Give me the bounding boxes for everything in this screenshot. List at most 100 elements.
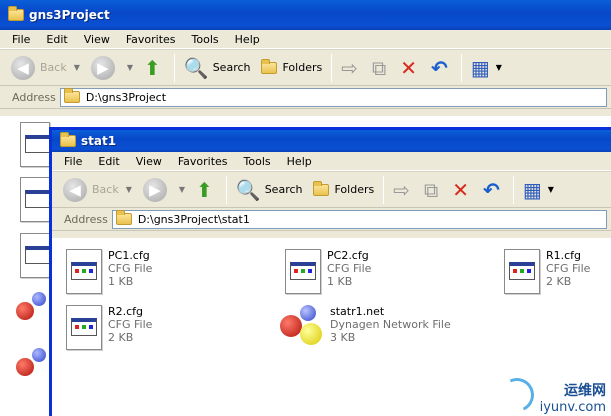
menu-edit[interactable]: Edit (38, 33, 75, 46)
file-details: R1.cfg CFG File 2 KB (546, 249, 590, 288)
menu-file[interactable]: File (4, 33, 38, 46)
toolbar: ◀ Back ▼ ▶ ▼ ⬆ 🔍 Search Folders ⇨ ⧉ ✕ ↶ ▦ ▼ (0, 49, 611, 86)
menu-view[interactable]: View (128, 155, 170, 168)
undo-button[interactable]: ↶ (426, 53, 457, 83)
file-icon[interactable] (20, 122, 51, 167)
address-value: D:\gns3Project (85, 90, 167, 104)
file-item-pc1[interactable]: PC1.cfg CFG File 1 KB (66, 249, 152, 294)
red-node (280, 315, 302, 337)
menu-file[interactable]: File (56, 155, 90, 168)
address-bar: Address D:\gns3Project (0, 86, 611, 109)
up-folder-icon: ⬆ (144, 55, 161, 80)
views-button[interactable]: ▦ ▼ (466, 53, 513, 83)
views-icon: ▦ (470, 55, 490, 80)
address-label: Address (12, 90, 56, 104)
menu-tools[interactable]: Tools (236, 155, 279, 168)
menu-tools[interactable]: Tools (184, 33, 227, 46)
delete-icon: ✕ (452, 177, 470, 202)
back-button[interactable]: ◀ Back (6, 53, 72, 83)
red-node (16, 358, 34, 376)
file-icon[interactable] (20, 177, 51, 222)
folders-icon (260, 58, 277, 74)
cfg-file-icon (504, 249, 540, 294)
red-node (16, 302, 34, 320)
folder-icon (8, 6, 24, 21)
file-details: PC1.cfg CFG File 1 KB (108, 249, 152, 288)
folder-icon (60, 132, 76, 147)
file-type: Dynagen Network File (330, 318, 451, 331)
file-size: 3 KB (330, 331, 356, 344)
screen-graphic (25, 190, 51, 208)
blue-node (300, 305, 316, 321)
up-folder-icon: ⬆ (196, 177, 213, 202)
folders-button[interactable]: Folders (256, 53, 328, 83)
move-to-button[interactable]: ⇨ (388, 175, 419, 205)
delete-button[interactable]: ✕ (447, 175, 478, 205)
separator (512, 175, 514, 204)
menu-favorites[interactable]: Favorites (170, 155, 236, 168)
back-button[interactable]: ◀ Back (58, 175, 124, 205)
forward-button[interactable]: ▶ (138, 175, 177, 205)
back-label: Back (40, 61, 67, 74)
file-icon[interactable] (20, 233, 51, 278)
pixel (308, 269, 312, 273)
up-button[interactable]: ⬆ (191, 175, 222, 205)
watermark-title: 运维网 (564, 383, 606, 399)
file-item-statr1[interactable]: statr1.net Dynagen Network File 3 KB (280, 305, 451, 349)
separator (383, 175, 385, 204)
search-label: Search (212, 61, 251, 74)
folders-button[interactable]: Folders (308, 175, 380, 205)
up-button[interactable]: ⬆ (139, 53, 170, 83)
network-file-icon[interactable] (14, 292, 50, 328)
menu-favorites[interactable]: Favorites (118, 33, 184, 46)
address-label: Address (64, 212, 108, 226)
menu-bar: File Edit View Favorites Tools Help (52, 152, 611, 171)
file-size: 1 KB (327, 275, 353, 288)
copy-to-button[interactable]: ⧉ (367, 53, 395, 83)
menu-help[interactable]: Help (279, 155, 320, 168)
title-bar[interactable]: stat1 (52, 130, 611, 152)
separator (225, 175, 227, 204)
views-button[interactable]: ▦ ▼ (518, 175, 565, 205)
file-item-pc2[interactable]: PC2.cfg CFG File 1 KB (285, 249, 371, 294)
file-type: CFG File (327, 262, 372, 275)
chevron-down-icon[interactable]: ▼ (179, 185, 185, 194)
menu-help[interactable]: Help (227, 33, 268, 46)
pixel (301, 269, 305, 273)
title-bar[interactable]: gns3Project (0, 0, 611, 30)
chevron-down-icon[interactable]: ▼ (127, 63, 133, 72)
file-name: PC1.cfg (108, 249, 150, 262)
move-to-icon: ⇨ (393, 177, 410, 202)
address-input[interactable]: D:\gns3Project (59, 87, 607, 107)
search-button[interactable]: 🔍 Search (179, 53, 256, 83)
forward-button[interactable]: ▶ (86, 53, 125, 83)
copy-to-button[interactable]: ⧉ (419, 175, 447, 205)
move-to-icon: ⇨ (341, 55, 358, 80)
file-details: PC2.cfg CFG File 1 KB (327, 249, 371, 288)
views-icon: ▦ (522, 177, 542, 202)
network-file-icon[interactable] (14, 348, 50, 384)
chevron-down-icon: ▼ (495, 63, 502, 72)
undo-button[interactable]: ↶ (478, 175, 509, 205)
delete-button[interactable]: ✕ (395, 53, 426, 83)
file-details: statr1.net Dynagen Network File 3 KB (330, 305, 451, 344)
file-item-r2[interactable]: R2.cfg CFG File 2 KB (66, 305, 152, 350)
menu-view[interactable]: View (76, 33, 118, 46)
file-type: CFG File (546, 262, 591, 275)
separator (173, 53, 175, 82)
move-to-button[interactable]: ⇨ (336, 53, 367, 83)
pixel (294, 269, 298, 273)
chevron-down-icon[interactable]: ▼ (74, 63, 80, 72)
back-arrow-icon: ◀ (63, 177, 87, 202)
separator (460, 53, 462, 82)
address-input[interactable]: D:\gns3Project\stat1 (111, 209, 607, 229)
pixel (527, 269, 531, 273)
chevron-down-icon[interactable]: ▼ (126, 185, 132, 194)
search-button[interactable]: 🔍 Search (231, 175, 308, 205)
cfg-file-icon (285, 249, 321, 294)
delete-icon: ✕ (400, 55, 418, 80)
pixel (75, 325, 79, 329)
screen-graphic (25, 246, 51, 264)
menu-edit[interactable]: Edit (90, 155, 127, 168)
file-item-r1[interactable]: R1.cfg CFG File 2 KB (504, 249, 590, 294)
